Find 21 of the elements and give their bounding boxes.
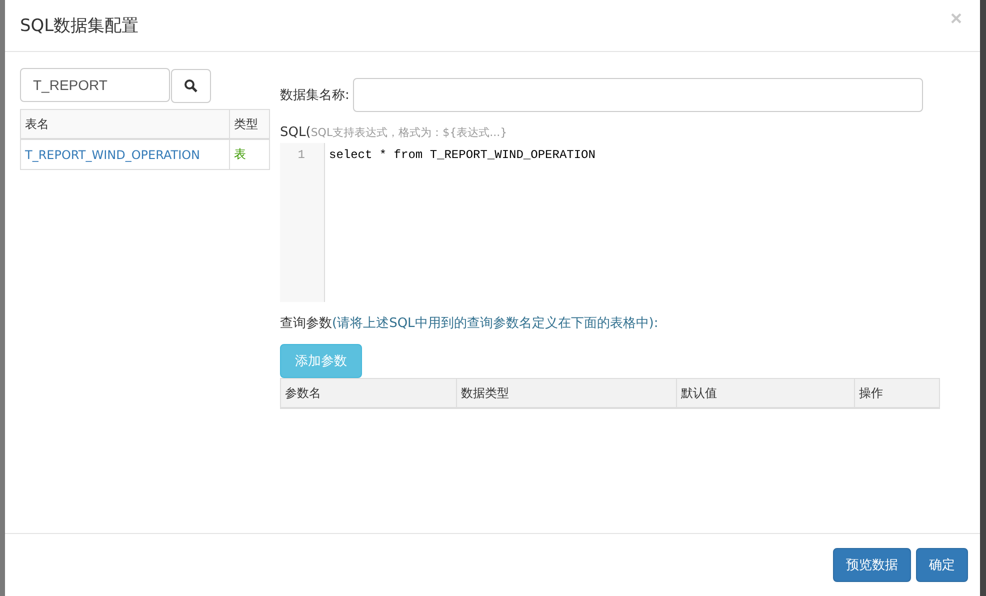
column-header: 默认值 [676, 378, 855, 408]
column-header: 表名 [20, 110, 230, 139]
dialog-title: SQL数据集配置 [20, 15, 139, 37]
field-label: 数据集名称: [280, 87, 350, 104]
column-header: 参数名 [280, 378, 457, 408]
section-label: 查询参数 [280, 315, 332, 332]
table-search-field[interactable]: T_REPORT [20, 68, 170, 102]
table-name-link[interactable]: T_REPORT_WIND_OPERATION [20, 139, 230, 170]
sql-label: SQL(SQL支持表达式，格式为：${表达式...} [280, 125, 508, 142]
search-button[interactable] [171, 69, 211, 103]
table-cell: 表 [230, 139, 270, 170]
dataset-name-field[interactable] [353, 78, 924, 112]
section-hint: (请将上述SQL中用到的查询参数名定义在下面的表格中): [332, 315, 658, 332]
confirm-button[interactable]: 确定 [916, 548, 968, 582]
preview-button[interactable]: 预览数据 [833, 548, 911, 582]
search-icon [184, 79, 198, 93]
line-number: 1 [296, 148, 306, 164]
code-line: select * from T_REPORT_WIND_OPERATION [329, 148, 596, 164]
column-header: 类型 [230, 110, 270, 139]
column-header: 操作 [854, 378, 940, 408]
column-header: 数据类型 [456, 378, 677, 408]
